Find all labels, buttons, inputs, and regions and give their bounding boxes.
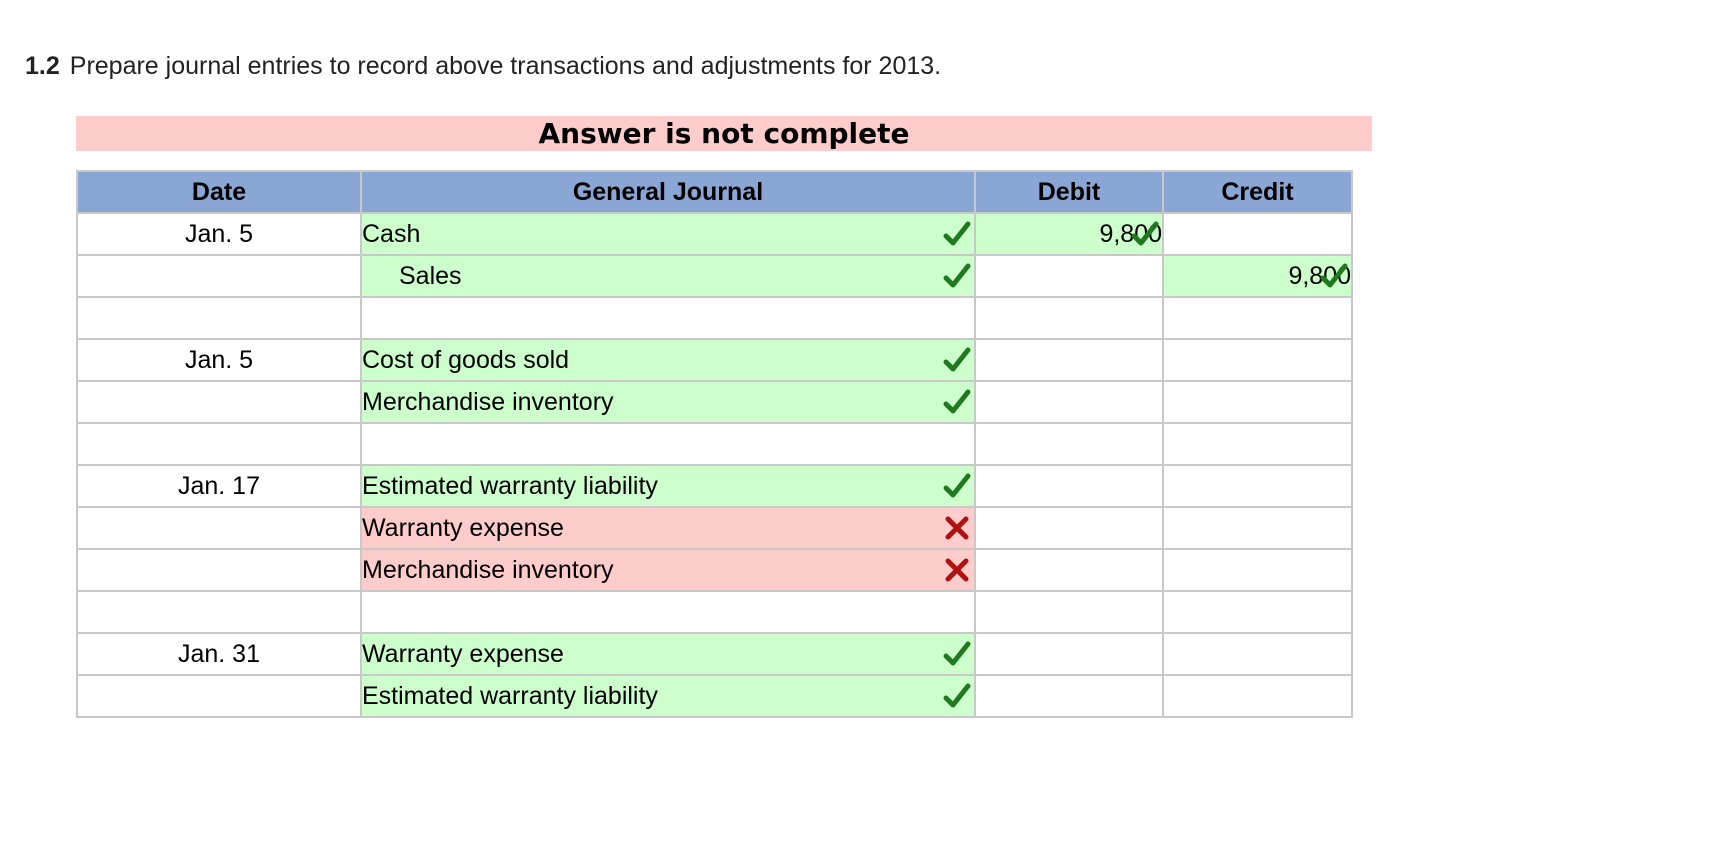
table-row: Jan. 5 Cash 9,800 [76, 212, 1353, 256]
checkmark-icon [942, 387, 972, 417]
account-name: Warranty expense [362, 639, 564, 668]
date-cell[interactable]: Jan. 5 [76, 212, 362, 256]
date-cell[interactable] [76, 590, 362, 634]
account-cell[interactable] [360, 422, 976, 466]
account-name: Merchandise inventory [362, 387, 614, 416]
checkmark-icon [942, 471, 972, 501]
debit-cell[interactable] [974, 464, 1164, 508]
account-name: Sales [399, 261, 462, 290]
account-cell[interactable]: Merchandise inventory [360, 548, 976, 592]
credit-cell[interactable] [1162, 506, 1353, 550]
credit-cell[interactable] [1162, 338, 1353, 382]
account-name: Cash [362, 219, 421, 248]
table-row: Warranty expense [76, 506, 1353, 550]
checkmark-icon [942, 219, 972, 249]
table-row: Estimated warranty liability [76, 674, 1353, 718]
debit-cell[interactable] [974, 254, 1164, 298]
table-row: Sales 9,800 [76, 254, 1353, 298]
journal-table: Date General Journal Debit Credit Jan. 5… [76, 170, 1353, 718]
table-row: Jan. 5 Cost of goods sold [76, 338, 1353, 382]
checkmark-icon [942, 345, 972, 375]
account-cell[interactable]: Warranty expense [360, 632, 976, 676]
account-cell[interactable] [360, 296, 976, 340]
account-name: Estimated warranty liability [362, 681, 658, 710]
debit-cell[interactable] [974, 590, 1164, 634]
column-header-general-journal: General Journal [360, 170, 976, 214]
credit-cell[interactable] [1162, 548, 1353, 592]
journal-body: Jan. 5 Cash 9,800 Sales 9,800 Jan. 5 Cost of g… [76, 212, 1353, 718]
date-cell[interactable]: Jan. 31 [76, 632, 362, 676]
credit-cell[interactable] [1162, 590, 1353, 634]
account-cell[interactable]: Estimated warranty liability [360, 464, 976, 508]
date-cell[interactable] [76, 548, 362, 592]
debit-cell[interactable]: 9,800 [974, 212, 1164, 256]
question-number: 1.2 [25, 52, 60, 80]
table-header-row: Date General Journal Debit Credit [76, 170, 1353, 214]
account-cell[interactable]: Merchandise inventory [360, 380, 976, 424]
question-heading: 1.2 Prepare journal entries to record abo… [25, 52, 941, 81]
account-name: Estimated warranty liability [362, 471, 658, 500]
account-name: Warranty expense [362, 513, 564, 542]
account-name: Cost of goods sold [362, 345, 570, 374]
debit-cell[interactable] [974, 380, 1164, 424]
checkmark-icon [942, 681, 972, 711]
column-header-credit: Credit [1162, 170, 1353, 214]
credit-cell[interactable] [1162, 632, 1353, 676]
credit-cell[interactable] [1162, 422, 1353, 466]
date-cell[interactable] [76, 380, 362, 424]
account-cell[interactable] [360, 590, 976, 634]
question-text: Prepare journal entries to record above … [69, 52, 942, 80]
account-cell[interactable]: Cost of goods sold [360, 338, 976, 382]
debit-cell[interactable] [974, 422, 1164, 466]
date-cell[interactable] [76, 296, 362, 340]
credit-cell[interactable]: 9,800 [1162, 254, 1353, 298]
table-row: Jan. 31 Warranty expense [76, 632, 1353, 676]
account-cell[interactable]: Estimated warranty liability [360, 674, 976, 718]
debit-cell[interactable] [974, 506, 1164, 550]
credit-cell[interactable] [1162, 674, 1353, 718]
debit-cell[interactable] [974, 548, 1164, 592]
account-name: Merchandise inventory [362, 555, 614, 584]
debit-cell[interactable] [974, 338, 1164, 382]
status-banner: Answer is not complete [76, 116, 1372, 151]
table-row [76, 590, 1353, 634]
checkmark-icon [1319, 261, 1349, 291]
table-row [76, 422, 1353, 466]
table-row: Merchandise inventory [76, 380, 1353, 424]
x-mark-icon [942, 513, 972, 543]
column-header-debit: Debit [974, 170, 1164, 214]
x-mark-icon [942, 555, 972, 585]
debit-cell[interactable] [974, 632, 1164, 676]
account-cell[interactable]: Sales [360, 254, 976, 298]
date-cell[interactable] [76, 254, 362, 298]
account-cell[interactable]: Warranty expense [360, 506, 976, 550]
date-cell[interactable] [76, 506, 362, 550]
account-cell[interactable]: Cash [360, 212, 976, 256]
table-row: Jan. 17 Estimated warranty liability [76, 464, 1353, 508]
date-cell[interactable] [76, 422, 362, 466]
checkmark-icon [942, 639, 972, 669]
debit-cell[interactable] [974, 296, 1164, 340]
checkmark-icon [942, 261, 972, 291]
table-row: Merchandise inventory [76, 548, 1353, 592]
date-cell[interactable]: Jan. 5 [76, 338, 362, 382]
debit-cell[interactable] [974, 674, 1164, 718]
credit-cell[interactable] [1162, 296, 1353, 340]
date-cell[interactable]: Jan. 17 [76, 464, 362, 508]
checkmark-icon [1130, 219, 1160, 249]
credit-cell[interactable] [1162, 464, 1353, 508]
credit-cell[interactable] [1162, 212, 1353, 256]
date-cell[interactable] [76, 674, 362, 718]
credit-cell[interactable] [1162, 380, 1353, 424]
table-row [76, 296, 1353, 340]
column-header-date: Date [76, 170, 362, 214]
